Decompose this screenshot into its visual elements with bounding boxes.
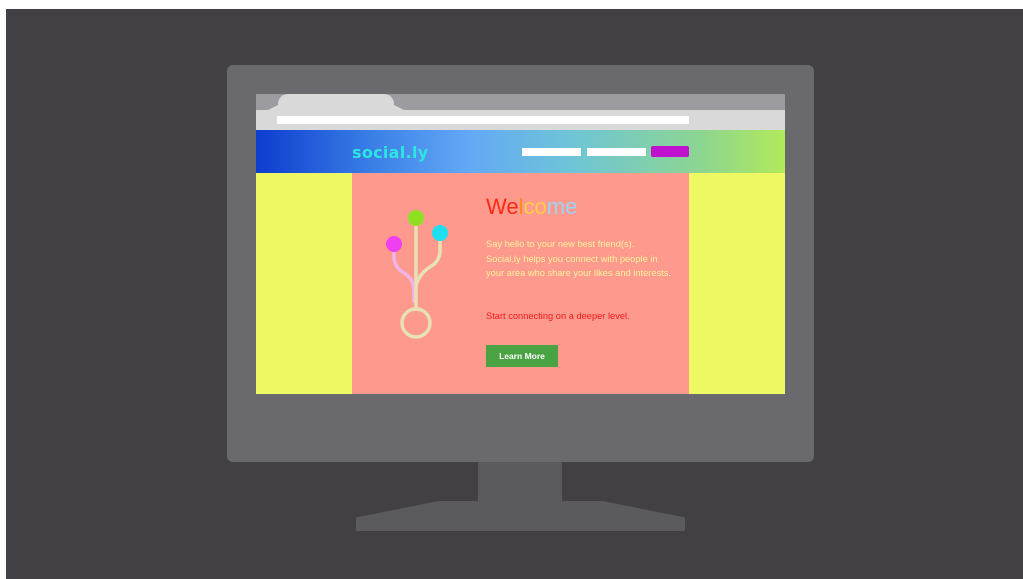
graphic-node-cyan — [432, 225, 448, 241]
nav-cta-button[interactable] — [651, 146, 689, 157]
graphic-branch-right — [414, 235, 442, 287]
intro-text: Say hello to your new best friend(s). So… — [486, 239, 671, 278]
browser-tab-bar — [256, 94, 785, 112]
address-bar[interactable] — [277, 116, 689, 124]
monitor-stand-neck — [478, 461, 562, 507]
browser-toolbar — [256, 110, 785, 130]
nav-link-2[interactable] — [587, 148, 646, 156]
content-panel: Welcome Say hello to your new best frien… — [352, 173, 689, 394]
graphic-branch-left — [392, 245, 416, 303]
welcome-heading: Welcome — [486, 194, 577, 220]
graphic-ring — [400, 307, 432, 339]
site-header: social.ly — [256, 130, 785, 173]
tagline-text: Start connecting on a deeper level. — [486, 311, 630, 321]
welcome-heading-part-1: We — [486, 194, 519, 219]
usb-connection-icon — [386, 210, 448, 339]
learn-more-button[interactable]: Learn More — [486, 345, 558, 367]
nav-link-1[interactable] — [522, 148, 581, 156]
monitor-screen: social.ly Welcome Say hello to your new … — [256, 94, 785, 394]
graphic-node-pink — [386, 236, 402, 252]
site-logo[interactable]: social.ly — [352, 143, 428, 162]
welcome-heading-part-4: me — [546, 194, 578, 219]
welcome-heading-part-3: co — [523, 194, 547, 219]
graphic-node-green — [408, 210, 424, 226]
